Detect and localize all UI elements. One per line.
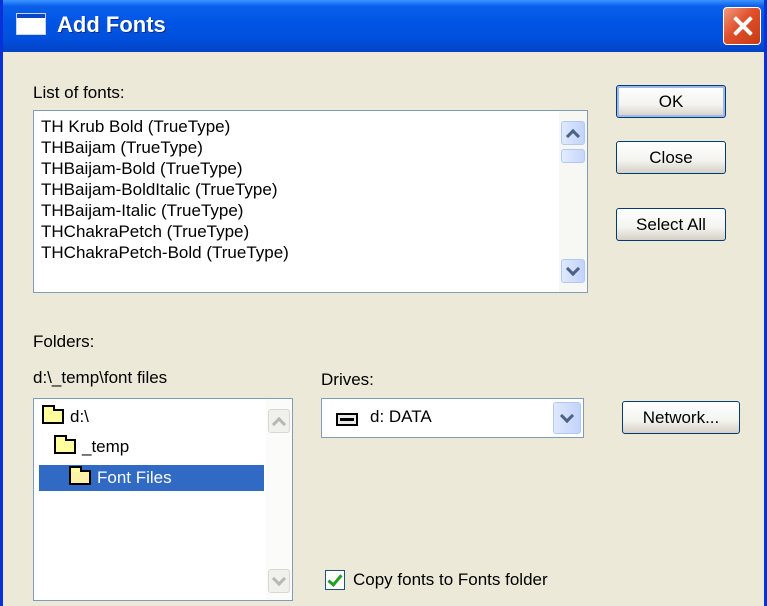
current-folder-path: d:\_temp\font files <box>33 368 168 387</box>
close-icon[interactable] <box>723 7 761 45</box>
close-button[interactable]: Close <box>616 141 726 174</box>
font-list-item[interactable]: THBaijam-BoldItalic (TrueType) <box>34 179 559 200</box>
folders-listbox[interactable]: d:\ _temp Font Files <box>33 398 293 601</box>
copy-fonts-label[interactable]: Copy fonts to Fonts folder <box>353 570 548 590</box>
folders-scrollbar[interactable] <box>266 399 292 600</box>
chevron-down-icon <box>565 261 581 277</box>
fonts-listbox[interactable]: TH Krub Bold (TrueType) THBaijam (TrueTy… <box>33 110 588 293</box>
folder-item-label: Font Files <box>97 468 172 487</box>
font-list-item[interactable]: THBaijam-Italic (TrueType) <box>34 200 559 221</box>
copy-fonts-checkbox[interactable] <box>325 570 345 590</box>
drives-combobox[interactable]: d: DATA <box>321 398 584 438</box>
folder-item-font-files[interactable]: Font Files <box>39 465 264 491</box>
drive-icon <box>336 413 358 426</box>
scroll-down-button[interactable] <box>561 259 585 283</box>
chevron-up-icon <box>565 128 581 144</box>
ok-button[interactable]: OK <box>616 85 726 118</box>
fonts-scrollbar[interactable] <box>559 111 587 292</box>
select-all-button[interactable]: Select All <box>616 208 726 241</box>
window-title: Add Fonts <box>57 12 166 37</box>
folder-item-label: d:\ <box>70 407 89 426</box>
scroll-down-button[interactable] <box>268 569 290 593</box>
scroll-thumb[interactable] <box>561 149 585 163</box>
chevron-down-icon <box>271 571 287 587</box>
drives-label: Drives: <box>321 370 374 389</box>
chevron-down-icon <box>559 408 575 424</box>
folder-item-label: _temp <box>82 437 130 456</box>
add-fonts-dialog: Add Fonts List of fonts: TH Krub Bold (T… <box>0 0 767 606</box>
font-list-item[interactable]: TH Krub Bold (TrueType) <box>34 116 559 137</box>
title-bar[interactable]: Add Fonts <box>3 0 764 52</box>
network-button[interactable]: Network... <box>622 401 740 434</box>
folder-open-icon <box>42 405 64 425</box>
font-list-item[interactable]: THBaijam-Bold (TrueType) <box>34 158 559 179</box>
folder-open-icon <box>69 466 91 486</box>
font-list-item[interactable]: THBaijam (TrueType) <box>34 137 559 158</box>
folder-item-temp[interactable]: _temp <box>54 434 262 460</box>
font-list-item[interactable]: THChakraPetch (TrueType) <box>34 221 559 242</box>
fonts-list-label: List of fonts: <box>33 83 125 102</box>
selected-drive: d: DATA <box>370 407 432 426</box>
font-list-item[interactable]: THChakraPetch-Bold (TrueType) <box>34 242 559 263</box>
folder-open-icon <box>54 435 76 455</box>
scroll-up-button[interactable] <box>561 121 585 145</box>
drives-dropdown-button[interactable] <box>553 402 581 434</box>
folders-label: Folders: <box>33 332 95 351</box>
scroll-up-button[interactable] <box>268 409 290 433</box>
folder-item-d-root[interactable]: d:\ <box>42 404 262 430</box>
window-icon <box>16 13 46 35</box>
chevron-up-icon <box>271 416 287 432</box>
